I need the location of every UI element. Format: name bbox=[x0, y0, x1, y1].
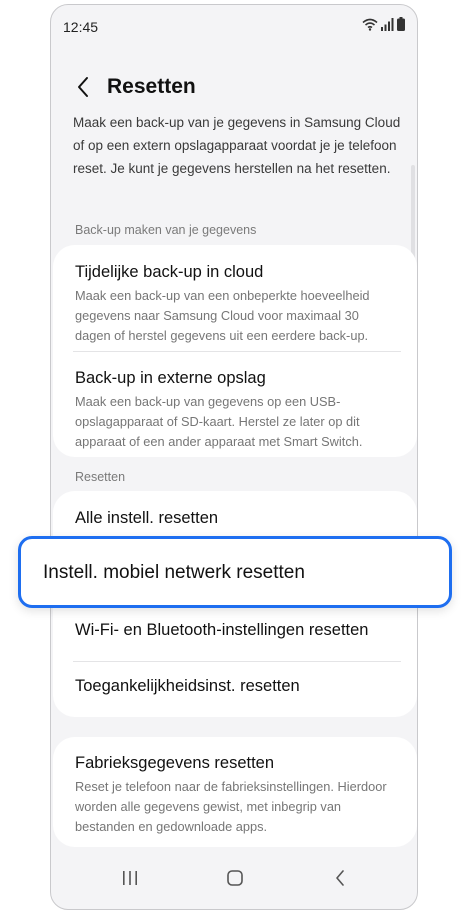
item-title: Tijdelijke back-up in cloud bbox=[75, 263, 264, 281]
status-icons bbox=[362, 17, 405, 36]
item-title: Instell. mobiel netwerk resetten bbox=[43, 562, 305, 583]
item-description: Reset je telefoon naar de fabrieksinstel… bbox=[75, 779, 387, 834]
item-title: Toegankelijkheidsinst. resetten bbox=[75, 677, 300, 695]
item-title: Wi-Fi- en Bluetooth-instellingen resette… bbox=[75, 621, 369, 639]
list-item-reset-mobile-network[interactable]: Instell. mobiel netwerk resetten bbox=[18, 536, 452, 608]
list-item-cloud-backup[interactable]: Tijdelijke back-up in cloud Maak een bac… bbox=[75, 263, 397, 346]
item-description: Maak een back-up van een onbeperkte hoev… bbox=[75, 288, 370, 343]
back-icon bbox=[335, 869, 345, 891]
intro-text: Maak een back-up van je gegevens in Sams… bbox=[73, 115, 401, 176]
list-item-reset-all-settings[interactable]: Alle instell. resetten bbox=[75, 509, 397, 528]
factory-reset-card: Fabrieksgegevens resetten Reset je telef… bbox=[53, 737, 417, 847]
status-bar: 12:45 bbox=[51, 5, 417, 45]
divider bbox=[73, 661, 401, 662]
phone-frame: 12:45 Resetten Maak een back-up van je g… bbox=[50, 4, 418, 910]
header: Resetten bbox=[51, 65, 417, 115]
section-label-reset: Resetten bbox=[75, 470, 126, 484]
home-button[interactable] bbox=[220, 865, 250, 895]
list-item-external-backup[interactable]: Back-up in externe opslag Maak een back-… bbox=[75, 369, 397, 452]
recent-apps-button[interactable] bbox=[115, 865, 145, 895]
list-item-reset-wifi-bluetooth[interactable]: Wi-Fi- en Bluetooth-instellingen resette… bbox=[75, 621, 397, 640]
home-icon bbox=[227, 869, 243, 891]
page-title: Resetten bbox=[107, 75, 196, 98]
back-button[interactable] bbox=[69, 75, 97, 103]
signal-icon bbox=[381, 17, 394, 36]
navigation-bar bbox=[51, 853, 417, 909]
item-title: Fabrieksgegevens resetten bbox=[75, 754, 275, 772]
recent-apps-icon bbox=[122, 870, 138, 890]
item-title: Alle instell. resetten bbox=[75, 509, 219, 527]
status-time: 12:45 bbox=[63, 19, 99, 35]
backup-card: Tijdelijke back-up in cloud Maak een bac… bbox=[53, 245, 417, 457]
list-item-factory-reset[interactable]: Fabrieksgegevens resetten Reset je telef… bbox=[75, 754, 397, 837]
nav-back-button[interactable] bbox=[325, 865, 355, 895]
item-title: Back-up in externe opslag bbox=[75, 369, 266, 387]
divider bbox=[73, 351, 401, 352]
item-description: Maak een back-up van gegevens op een USB… bbox=[75, 394, 363, 449]
chevron-left-icon bbox=[76, 76, 90, 103]
section-label-backup: Back-up maken van je gegevens bbox=[75, 223, 257, 237]
wifi-icon bbox=[362, 18, 378, 36]
list-item-reset-accessibility[interactable]: Toegankelijkheidsinst. resetten bbox=[75, 677, 397, 696]
battery-icon bbox=[397, 17, 405, 36]
